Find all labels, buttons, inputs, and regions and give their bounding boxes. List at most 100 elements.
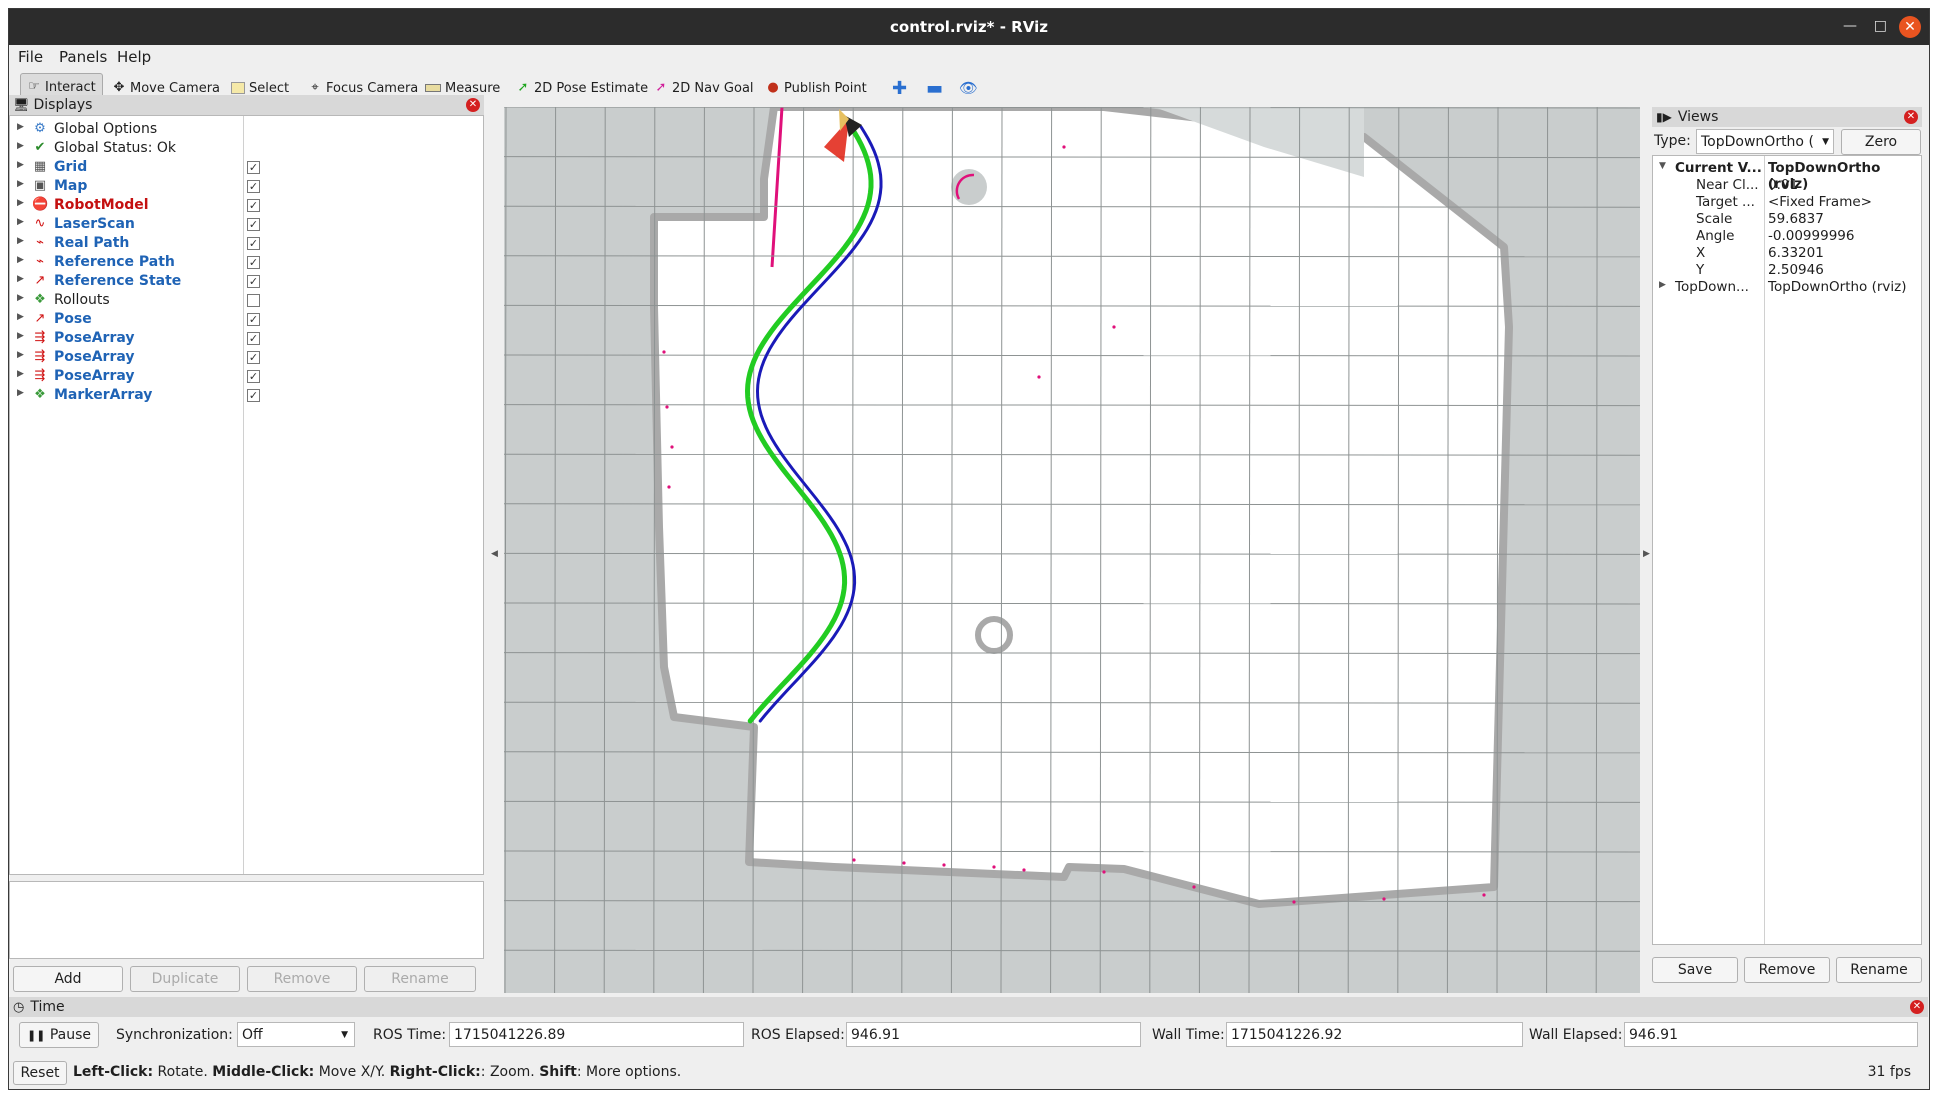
display-enabled-checkbox[interactable]: ✓: [247, 237, 260, 250]
display-enabled-checkbox[interactable]: ✓: [247, 389, 260, 402]
menu-file[interactable]: File: [18, 48, 43, 66]
sync-select[interactable]: Off ▼: [237, 1022, 355, 1047]
view-property-row[interactable]: Near Cl... 0.01: [1653, 177, 1921, 194]
display-item-label: PoseArray: [54, 368, 135, 384]
remove-tool-icon[interactable]: ▬: [926, 77, 943, 99]
displays-header: 🖥 Displays ✕: [9, 95, 484, 115]
pause-button[interactable]: ❚❚ Pause: [19, 1022, 99, 1048]
expand-arrow-icon[interactable]: ▶: [17, 217, 24, 227]
display-item[interactable]: ▶ ✔ Global Status: Ok: [10, 139, 470, 158]
expand-arrow-icon[interactable]: ▶: [17, 369, 24, 379]
menu-help[interactable]: Help: [117, 48, 151, 66]
ros-time-field[interactable]: 1715041226.89: [449, 1022, 744, 1047]
display-item-label: Map: [54, 178, 88, 194]
collapse-left-icon[interactable]: ◀: [491, 549, 498, 559]
map-canvas[interactable]: [504, 107, 1640, 993]
expand-arrow-icon[interactable]: ▶: [17, 293, 24, 303]
wall-time-label: Wall Time:: [1152, 1027, 1225, 1043]
checkmark-icon: ✔: [34, 140, 46, 155]
tool-publish-point[interactable]: ● Publish Point: [766, 77, 867, 99]
add-display-button[interactable]: Add: [13, 966, 123, 992]
display-enabled-checkbox[interactable]: ✓: [247, 351, 260, 364]
duplicate-display-button[interactable]: Duplicate: [130, 966, 240, 992]
display-enabled-checkbox[interactable]: ✓: [247, 161, 260, 174]
expand-arrow-icon[interactable]: ▶: [17, 160, 24, 170]
view-property-row[interactable]: ▼ Current V... TopDownOrtho (rviz): [1653, 160, 1921, 192]
window-title: control.rviz* - RViz: [890, 18, 1048, 36]
expand-arrow-icon[interactable]: ▶: [17, 141, 24, 151]
remove-view-button[interactable]: Remove: [1744, 957, 1830, 983]
display-item[interactable]: ▶ ❖ Rollouts: [10, 291, 470, 310]
view-type-select[interactable]: TopDownOrtho ( ▼: [1696, 129, 1834, 154]
display-item[interactable]: ▶ ∿ LaserScan ✓: [10, 215, 470, 234]
expand-arrow-icon[interactable]: ▶: [17, 255, 24, 265]
close-views-icon[interactable]: ✕: [1904, 110, 1918, 124]
expand-arrow-icon[interactable]: ▶: [17, 350, 24, 360]
display-item[interactable]: ▶ ⇶ PoseArray ✓: [10, 348, 470, 367]
view-property-row[interactable]: ▶ TopDown... TopDownOrtho (rviz): [1653, 279, 1921, 296]
eye-panels-icon[interactable]: 👁: [959, 77, 978, 99]
display-item[interactable]: ▶ ❖ MarkerArray ✓: [10, 386, 470, 405]
expand-arrow-icon[interactable]: ▶: [17, 198, 24, 208]
rename-display-button[interactable]: Rename: [364, 966, 476, 992]
reset-button[interactable]: Reset: [13, 1061, 67, 1085]
display-item[interactable]: ▶ ▣ Map ✓: [10, 177, 470, 196]
display-enabled-checkbox[interactable]: ✓: [247, 180, 260, 193]
display-item[interactable]: ▶ ⇶ PoseArray ✓: [10, 329, 470, 348]
view-property-row[interactable]: Angle -0.00999996: [1653, 228, 1921, 245]
expand-arrow-icon[interactable]: ▶: [17, 274, 24, 284]
display-enabled-checkbox[interactable]: ✓: [247, 370, 260, 383]
menu-panels[interactable]: Panels: [59, 48, 107, 66]
tool-2d-pose-estimate[interactable]: ➚ 2D Pose Estimate: [516, 77, 649, 99]
expand-arrow-icon[interactable]: ▶: [17, 179, 24, 189]
display-enabled-checkbox[interactable]: ✓: [247, 313, 260, 326]
close-icon[interactable]: ✕: [1899, 16, 1921, 38]
wall-time-field[interactable]: 1715041226.92: [1226, 1022, 1523, 1047]
view-property-row[interactable]: Y 2.50946: [1653, 262, 1921, 279]
render-view[interactable]: [504, 107, 1640, 993]
display-item[interactable]: ▶ ⛔ RobotModel ✓: [10, 196, 470, 215]
display-item[interactable]: ▶ ↗ Reference State ✓: [10, 272, 470, 291]
display-item[interactable]: ▶ ⇶ PoseArray ✓: [10, 367, 470, 386]
expand-arrow-icon[interactable]: ▶: [17, 122, 24, 132]
maximize-icon[interactable]: □: [1874, 18, 1887, 34]
minimize-icon[interactable]: —: [1843, 18, 1857, 34]
remove-display-button[interactable]: Remove: [247, 966, 357, 992]
time-header: ◷ Time ✕: [9, 997, 1928, 1017]
tool-label: Publish Point: [784, 80, 867, 96]
display-enabled-checkbox[interactable]: ✓: [247, 218, 260, 231]
view-property-row[interactable]: Scale 59.6837: [1653, 211, 1921, 228]
view-property-row[interactable]: Target ... <Fixed Frame>: [1653, 194, 1921, 211]
display-item[interactable]: ▶ ⌁ Reference Path ✓: [10, 253, 470, 272]
expand-arrow-icon[interactable]: ▶: [17, 312, 24, 322]
display-enabled-checkbox[interactable]: ✓: [247, 275, 260, 288]
display-enabled-checkbox[interactable]: ✓: [247, 332, 260, 345]
chevron-right-icon[interactable]: ▶: [1659, 280, 1666, 290]
title-bar: control.rviz* - RViz — □ ✕: [9, 9, 1929, 45]
rviz-window: control.rviz* - RViz — □ ✕ File Panels H…: [8, 8, 1930, 1090]
display-enabled-checkbox[interactable]: ✓: [247, 199, 260, 212]
views-header: ▮▶ Views ✕: [1652, 107, 1922, 127]
error-icon: ⛔: [32, 197, 49, 212]
save-view-button[interactable]: Save: [1652, 957, 1738, 983]
close-time-icon[interactable]: ✕: [1910, 1000, 1924, 1014]
rename-view-button[interactable]: Rename: [1836, 957, 1922, 983]
display-item[interactable]: ▶ ↗ Pose ✓: [10, 310, 470, 329]
chevron-down-icon[interactable]: ▼: [1659, 161, 1666, 171]
display-item[interactable]: ▶ ⌁ Real Path ✓: [10, 234, 470, 253]
tool-2d-nav-goal[interactable]: ➚ 2D Nav Goal: [654, 77, 754, 99]
display-item[interactable]: ▶ ▦ Grid ✓: [10, 158, 470, 177]
view-property-row[interactable]: X 6.33201: [1653, 245, 1921, 262]
add-tool-icon[interactable]: ✚: [892, 77, 907, 99]
zero-button[interactable]: Zero: [1841, 129, 1921, 155]
wall-elapsed-field[interactable]: 946.91: [1624, 1022, 1918, 1047]
expand-arrow-icon[interactable]: ▶: [17, 236, 24, 246]
close-displays-icon[interactable]: ✕: [466, 98, 480, 112]
display-enabled-checkbox[interactable]: ✓: [247, 256, 260, 269]
ros-elapsed-field[interactable]: 946.91: [846, 1022, 1141, 1047]
expand-arrow-icon[interactable]: ▶: [17, 331, 24, 341]
collapse-right-icon[interactable]: ▶: [1643, 549, 1650, 559]
display-item[interactable]: ▶ ⚙ Global Options: [10, 120, 470, 139]
expand-arrow-icon[interactable]: ▶: [17, 388, 24, 398]
display-enabled-checkbox[interactable]: [247, 294, 260, 307]
